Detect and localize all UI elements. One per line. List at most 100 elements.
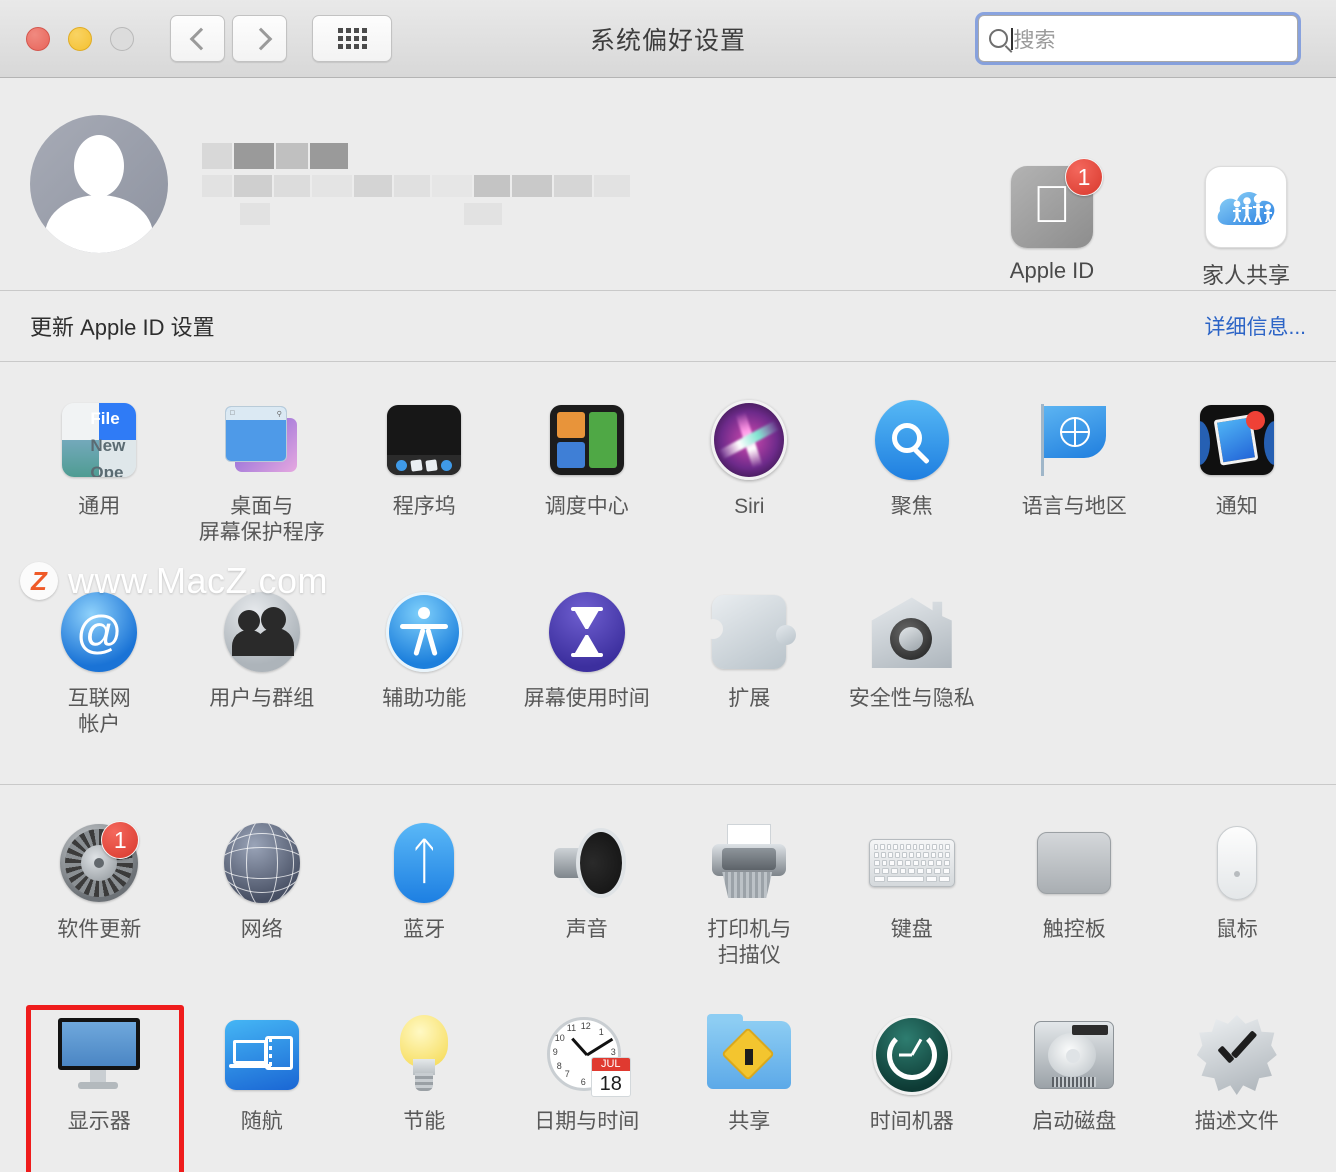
displays-icon: [55, 1011, 143, 1099]
search-placeholder: 搜索: [1013, 28, 1056, 52]
pref-label: 桌面与 屏幕保护程序: [198, 495, 325, 544]
close-button[interactable]: [26, 26, 50, 51]
back-button[interactable]: [170, 15, 225, 62]
pref-item-users-groups[interactable]: 用户与群组: [181, 576, 344, 768]
pref-item-desktop-screensaver[interactable]: ⚲ 桌面与 屏幕保护程序: [181, 384, 344, 576]
pref-item-mission-control[interactable]: 调度中心: [506, 384, 669, 576]
pref-label: 时间机器: [869, 1110, 954, 1133]
sharing-folder-icon: [705, 1011, 793, 1099]
pref-item-general[interactable]: File New Ope 通用: [18, 384, 181, 576]
account-identity: [202, 143, 630, 225]
avatar[interactable]: [30, 115, 168, 253]
apple-glyph: : [1033, 179, 1072, 231]
pref-label: Siri: [734, 495, 765, 518]
apple-id-label: Apple ID: [1009, 258, 1095, 283]
pref-label: 用户与群组: [209, 687, 315, 710]
pref-item-accessibility[interactable]: 辅助功能: [343, 576, 506, 768]
sound-speaker-icon: [543, 819, 631, 907]
avatar-body: [45, 195, 153, 253]
update-banner-text: 更新 Apple ID 设置: [30, 315, 215, 340]
pref-item-network[interactable]: 网络: [181, 807, 344, 999]
pref-item-dock[interactable]: 程序坞: [343, 384, 506, 576]
siri-icon: [705, 396, 793, 484]
pref-label: 程序坞: [392, 495, 456, 518]
pref-label: 通知: [1215, 495, 1258, 518]
pref-item-sidecar[interactable]: 随航: [181, 999, 344, 1172]
pref-item-date-time[interactable]: 121 35 67 910 118 JUL 18 日期与时间: [506, 999, 669, 1172]
bluetooth-icon: ᛏ: [380, 819, 468, 907]
pref-item-startup-disk[interactable]: 启动磁盘: [993, 999, 1156, 1172]
pref-item-siri[interactable]: Siri: [668, 384, 831, 576]
pref-item-notifications[interactable]: 通知: [1156, 384, 1319, 576]
window-titlebar: 系统偏好设置 搜索: [0, 0, 1336, 78]
pref-item-software-update[interactable]: 1 软件更新: [18, 807, 181, 999]
date-time-clock-icon: 121 35 67 910 118 JUL 18: [543, 1011, 631, 1099]
pref-item-screen-time[interactable]: 屏幕使用时间: [506, 576, 669, 768]
preferences-section-hardware: 1 软件更新 网络 ᛏ 蓝牙 声音 打印机与 扫描仪 键盘 触控板 鼠标 显示器…: [0, 785, 1336, 1172]
spotlight-icon: [868, 396, 956, 484]
preferences-section-personal: FileNewOpe 通用 ⚲ 桌面与 屏幕保护程序 程序坞: [0, 362, 1336, 784]
pref-item-sound[interactable]: 声音: [506, 807, 669, 999]
pref-item-internet-accounts[interactable]: @ 互联网 帐户: [18, 576, 181, 768]
pref-label: 触控板: [1042, 918, 1106, 941]
preferences-grid-row4: 显示器 随航 节能 12 1 3 6 7 9 10 11 8 JUL 18 日期…: [18, 999, 1318, 1172]
pref-label: 键盘: [890, 918, 933, 941]
grid-icon: [337, 28, 367, 49]
search-area: 搜索: [978, 15, 1298, 62]
family-sharing-cloud-icon: [1205, 166, 1287, 248]
nav-buttons: [170, 15, 287, 62]
calendar-month: JUL: [591, 1058, 630, 1071]
apple-id-item[interactable]:  1 Apple ID: [992, 158, 1112, 290]
apple-id-badge: 1: [1065, 158, 1103, 196]
pref-item-language-region[interactable]: 语言与地区: [993, 384, 1156, 576]
pref-item-keyboard[interactable]: 键盘: [831, 807, 994, 999]
users-groups-icon: [218, 588, 306, 676]
account-extra-redacted: [202, 203, 630, 225]
accessibility-icon: [380, 588, 468, 676]
general-icon: File New Ope: [55, 396, 143, 484]
startup-disk-icon: [1030, 1011, 1118, 1099]
pref-item-security-privacy[interactable]: 安全性与隐私: [831, 576, 994, 768]
pref-item-extensions[interactable]: 扩展: [668, 576, 831, 768]
zoom-button[interactable]: [110, 26, 134, 51]
family-sharing-item[interactable]: 家人共享: [1186, 166, 1306, 290]
pref-item-displays[interactable]: 显示器: [18, 999, 184, 1172]
account-apps:  1 Apple ID: [992, 158, 1306, 290]
pref-empty-1: [993, 576, 1156, 768]
system-preferences-window: 系统偏好设置 搜索 1 Apple ID 家人共享 更新 Apple ID 设置…: [0, 0, 1336, 1172]
pref-item-profiles[interactable]: 描述文件: [1156, 999, 1319, 1172]
forward-button[interactable]: [232, 15, 287, 62]
apple-logo-icon:  1: [1011, 158, 1103, 248]
pref-label: 软件更新: [57, 918, 142, 941]
search-input[interactable]: 搜索: [978, 15, 1298, 62]
language-region-flag-icon: [1030, 396, 1118, 484]
forward-chevron-icon: [253, 27, 267, 51]
pref-item-printers-scanners[interactable]: 打印机与 扫描仪: [668, 807, 831, 999]
pref-label: 声音: [565, 918, 608, 941]
pref-item-trackpad[interactable]: 触控板: [993, 807, 1156, 999]
screen-time-hourglass-icon: [543, 588, 631, 676]
pref-label: 互联网 帐户: [67, 687, 131, 736]
pref-item-mouse[interactable]: 鼠标: [1156, 807, 1319, 999]
pref-label: 语言与地区: [1021, 495, 1127, 518]
internet-accounts-at-icon: @: [55, 588, 143, 676]
pref-item-bluetooth[interactable]: ᛏ 蓝牙: [343, 807, 506, 999]
energy-saver-bulb-icon: [380, 1011, 468, 1099]
trackpad-icon: [1030, 819, 1118, 907]
pref-label: 扩展: [728, 687, 771, 710]
notifications-icon: [1193, 396, 1281, 484]
pref-label: 辅助功能: [382, 687, 467, 710]
pref-label: 节能: [403, 1110, 446, 1133]
pref-item-time-machine[interactable]: 时间机器: [831, 999, 994, 1172]
pref-label: 聚焦: [890, 495, 933, 518]
pref-item-spotlight[interactable]: 聚焦: [831, 384, 994, 576]
family-sharing-label: 家人共享: [1201, 263, 1290, 288]
minimize-button[interactable]: [68, 26, 92, 51]
details-link[interactable]: 详细信息...: [1204, 311, 1306, 341]
pref-label: 鼠标: [1215, 918, 1258, 941]
pref-item-sharing[interactable]: 共享: [668, 999, 831, 1172]
pref-item-energy-saver[interactable]: 节能: [343, 999, 506, 1172]
update-apple-id-banner: 更新 Apple ID 设置 详细信息...: [0, 291, 1336, 361]
show-all-button[interactable]: [312, 15, 392, 62]
pref-label: 打印机与 扫描仪: [707, 918, 792, 967]
